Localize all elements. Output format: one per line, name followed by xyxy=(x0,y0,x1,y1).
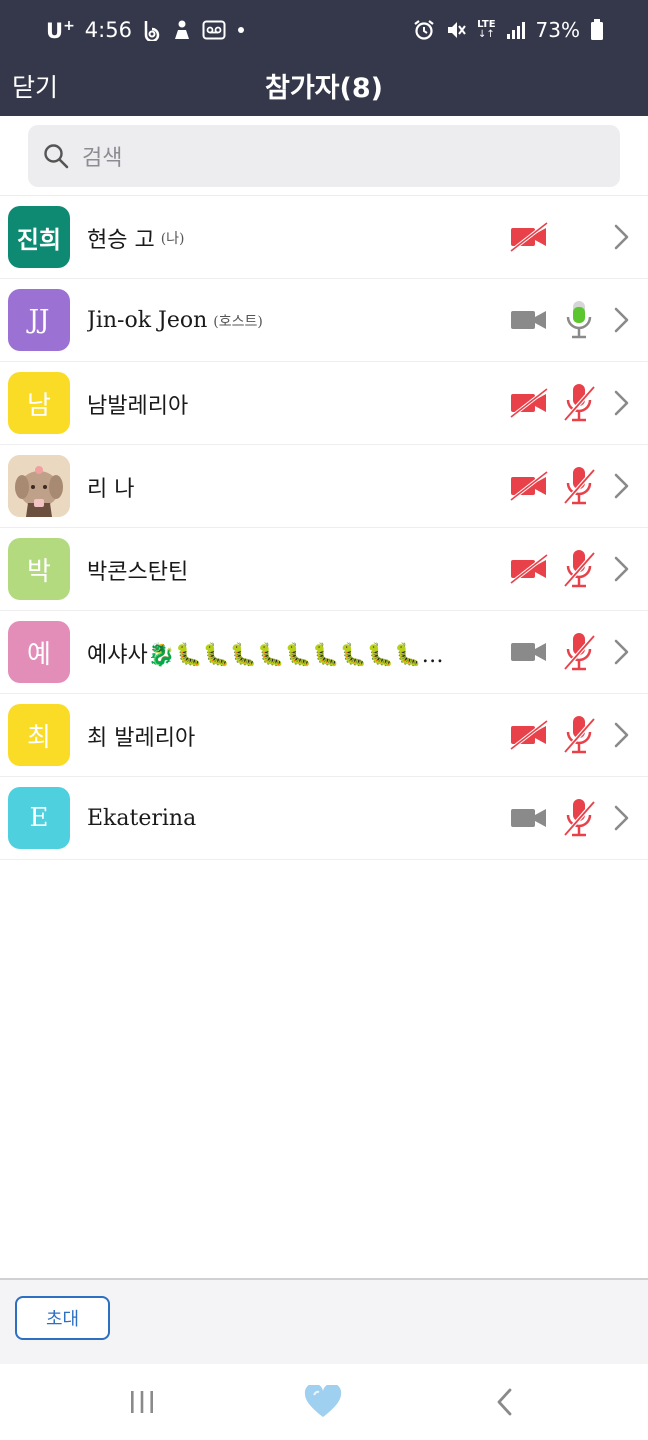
search-placeholder: 검색 xyxy=(82,146,123,171)
camera-off-icon xyxy=(509,387,549,419)
search-input[interactable]: 검색 xyxy=(28,125,620,187)
battery-icon xyxy=(590,19,604,41)
alarm-icon xyxy=(413,19,435,41)
participant-row[interactable]: 박 박콘스탄틴 xyxy=(0,528,648,611)
participant-name-container: 예샤사🐉🐛🐛🐛🐛🐛🐛🐛🐛🐛… xyxy=(87,611,444,694)
status-bar: U+ 4:56 LTE ↓↑ 73% xyxy=(0,0,648,60)
header-bar: 닫기 참가자(8) xyxy=(0,60,648,116)
avatar: 진희 xyxy=(8,206,70,268)
chevron-right-icon[interactable] xyxy=(608,305,634,335)
camera-icon xyxy=(509,637,549,667)
mute-icon xyxy=(445,19,467,41)
avatar: JJ xyxy=(8,289,70,351)
participant-name-container: 남발레리아 xyxy=(87,362,188,445)
chevron-right-icon[interactable] xyxy=(608,222,634,252)
participant-name: 현승 고 xyxy=(87,227,155,253)
participant-role-tag: (호스트) xyxy=(213,313,263,330)
avatar: 최 xyxy=(8,704,70,766)
participant-name-container: 최 발레리아 xyxy=(87,694,195,777)
chevron-right-icon[interactable] xyxy=(608,803,634,833)
participant-role-tag: (나) xyxy=(160,230,185,247)
band-app-icon xyxy=(142,19,162,41)
dot-icon xyxy=(236,25,246,35)
participant-name: 리 나 xyxy=(87,476,135,502)
mic-muted-icon xyxy=(562,631,596,673)
participant-row[interactable]: 진희 현승 고 (나) xyxy=(0,196,648,279)
chevron-right-icon[interactable] xyxy=(608,637,634,667)
participant-name-container: Jin-ok Jeon (호스트) xyxy=(87,279,263,362)
carrier-label: U+ xyxy=(46,17,75,43)
voicemail-icon xyxy=(202,20,226,40)
page-title: 참가자(8) xyxy=(265,73,383,104)
participant-name: 예샤사🐉🐛🐛🐛🐛🐛🐛🐛🐛🐛… xyxy=(87,642,444,668)
system-navigation-bar xyxy=(0,1364,648,1440)
mic-muted-icon xyxy=(562,548,596,590)
participant-name-container: 리 나 xyxy=(87,445,134,528)
mic-muted-icon xyxy=(562,714,596,756)
participant-name: Ekaterina xyxy=(87,806,197,831)
participant-row[interactable]: 최 최 발레리아 xyxy=(0,694,648,777)
avatar: 예 xyxy=(8,621,70,683)
avatar: 남 xyxy=(8,372,70,434)
chevron-right-icon[interactable] xyxy=(608,388,634,418)
bottom-panel: 초대 xyxy=(0,1278,648,1364)
recent-apps-icon[interactable] xyxy=(122,1382,162,1422)
participant-list: 진희 현승 고 (나) JJ Jin-ok Jeon (호스트) 남 남발레리아리 나박 박콘스… xyxy=(0,196,648,860)
camera-off-icon xyxy=(509,553,549,585)
participant-name: 최 발레리아 xyxy=(87,725,196,751)
participant-name-container: 현승 고 (나) xyxy=(87,196,185,279)
participant-name-container: Ekaterina xyxy=(87,777,196,860)
camera-off-icon xyxy=(509,719,549,751)
status-right: LTE ↓↑ 73% xyxy=(413,16,604,44)
back-icon[interactable] xyxy=(485,1382,525,1422)
status-left: U+ 4:56 xyxy=(46,16,246,44)
participant-row[interactable]: 남 남발레리아 xyxy=(0,362,648,445)
camera-icon xyxy=(509,305,549,335)
mic-muted-icon xyxy=(562,382,596,424)
lte-icon: LTE ↓↑ xyxy=(477,19,496,40)
camera-icon xyxy=(509,803,549,833)
chevron-right-icon[interactable] xyxy=(608,471,634,501)
avatar: E xyxy=(8,787,70,849)
mic-muted-icon xyxy=(562,797,596,839)
participant-name: 박콘스탄틴 xyxy=(87,559,189,585)
mic-muted-icon xyxy=(562,465,596,507)
mic-active-icon xyxy=(562,299,596,341)
avatar: 박 xyxy=(8,538,70,600)
search-section: 검색 xyxy=(0,116,648,196)
search-icon xyxy=(42,142,70,170)
chevron-right-icon[interactable] xyxy=(608,554,634,584)
participant-row[interactable]: 리 나 xyxy=(0,445,648,528)
home-heart-icon[interactable] xyxy=(303,1382,343,1422)
participant-row[interactable]: 예 예샤사🐉🐛🐛🐛🐛🐛🐛🐛🐛🐛… xyxy=(0,611,648,694)
participant-name-container: 박콘스탄틴 xyxy=(87,528,188,611)
invite-button[interactable]: 초대 xyxy=(15,1296,110,1340)
battery-percent: 73% xyxy=(535,18,580,42)
person-notification-icon xyxy=(172,19,192,41)
chevron-right-icon[interactable] xyxy=(608,720,634,750)
participant-name: 남발레리아 xyxy=(87,393,189,419)
camera-off-icon xyxy=(509,470,549,502)
camera-off-icon xyxy=(509,221,549,253)
clock: 4:56 xyxy=(84,18,132,42)
participant-row[interactable]: JJ Jin-ok Jeon (호스트) xyxy=(0,279,648,362)
avatar-photo xyxy=(8,455,70,517)
signal-icon xyxy=(506,20,526,40)
participant-name: Jin-ok Jeon xyxy=(87,308,208,333)
participant-row[interactable]: E Ekaterina xyxy=(0,777,648,860)
